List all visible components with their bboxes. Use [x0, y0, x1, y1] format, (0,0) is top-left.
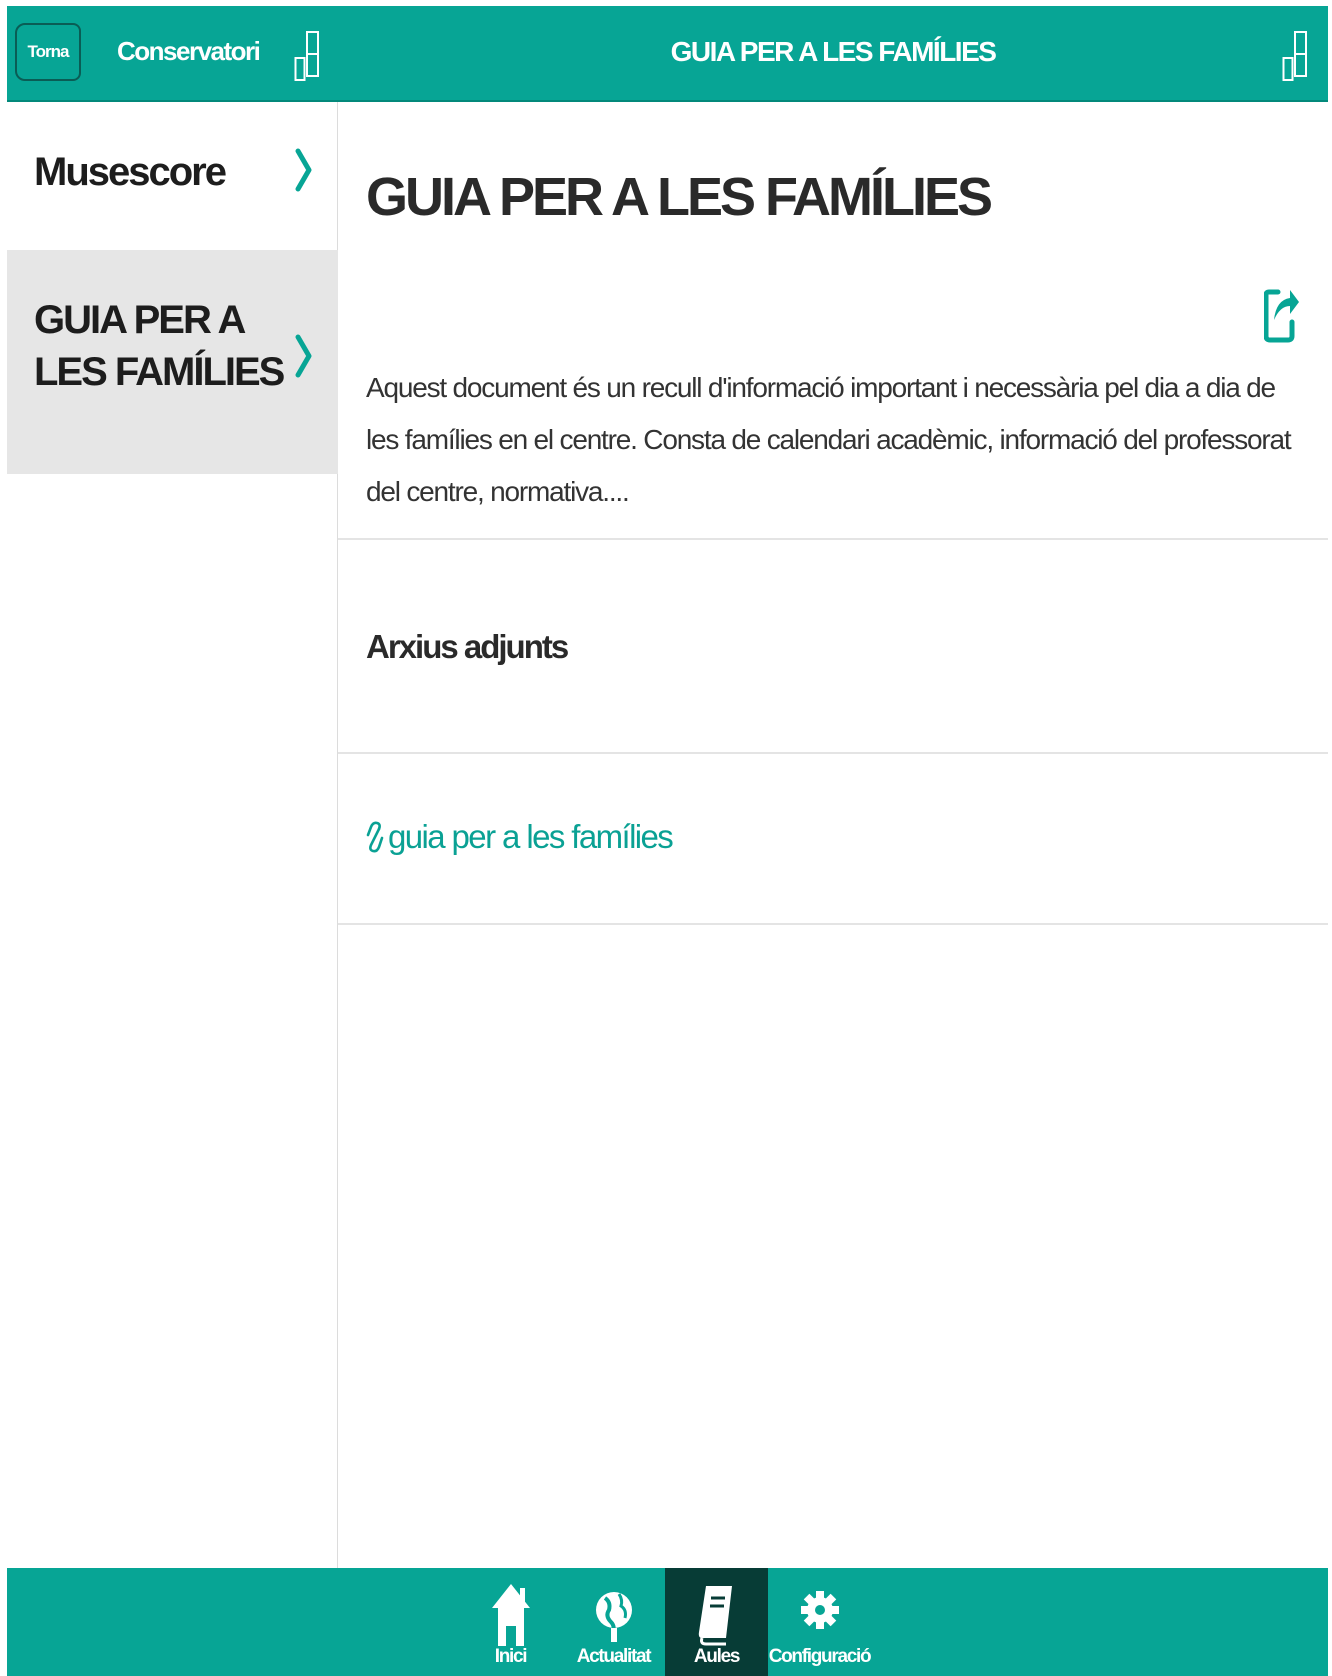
book-icon: [698, 1586, 732, 1646]
description-text: Aquest document és un recull d'informaci…: [366, 372, 1292, 507]
sidebar-item-label: Musescore: [34, 150, 227, 194]
detail-panel: GUIA PER A LES FAMÍLIES GUIA PER A LES F…: [338, 6, 1328, 1568]
tab-label: Aules: [693, 1646, 741, 1667]
back-button[interactable]: Torna: [15, 23, 81, 81]
chevron-right-icon: [295, 148, 312, 192]
tab-label: Actualitat: [576, 1646, 652, 1667]
attachment-link[interactable]: guia per a les famílies: [366, 818, 674, 856]
divider: [338, 538, 1328, 540]
attachment-link-label: guia per a les famílies: [388, 818, 674, 855]
divider: [338, 752, 1328, 754]
expand-panel-icon[interactable]: [1282, 30, 1308, 82]
detail-header-title: GUIA PER A LES FAMÍLIES: [670, 36, 997, 67]
gear-icon: [800, 1591, 839, 1629]
tab-label: Inici: [494, 1646, 528, 1667]
app-frame: Torna Conservatori Musescore GUIA PER A …: [7, 6, 1328, 1676]
page-title: GUIA PER A LES FAMÍLIES: [366, 167, 993, 227]
tab-actualitat[interactable]: Actualitat: [562, 1568, 665, 1676]
sidebar-item-guia[interactable]: GUIA PER A LES FAMÍLIES: [7, 250, 338, 474]
tab-inici[interactable]: Inici: [459, 1568, 562, 1676]
globe-icon: [595, 1592, 632, 1642]
tab-label: Configuració: [768, 1646, 872, 1667]
sidebar-item-label: GUIA PER A LES FAMÍLIES: [34, 298, 285, 394]
expand-panel-icon[interactable]: [294, 30, 320, 82]
chevron-right-icon: [295, 334, 312, 378]
paperclip-icon: [366, 821, 384, 853]
home-icon: [491, 1584, 530, 1646]
detail-header: GUIA PER A LES FAMÍLIES: [338, 6, 1328, 102]
share-icon[interactable]: [1264, 278, 1300, 344]
tab-aules[interactable]: Aules: [665, 1568, 768, 1676]
attachments-heading: Arxius adjunts: [366, 628, 569, 665]
left-header-title: Conservatori: [117, 36, 261, 66]
divider: [338, 923, 1328, 925]
sidebar-item-musescore[interactable]: Musescore: [7, 102, 338, 254]
bottom-tab-bar: Inici Actualitat Aules Configuració: [7, 1568, 1328, 1676]
tab-configuracio[interactable]: Configuració: [768, 1568, 872, 1676]
left-panel: Torna Conservatori Musescore GUIA PER A …: [7, 6, 338, 1568]
left-header: Torna Conservatori: [7, 6, 338, 102]
